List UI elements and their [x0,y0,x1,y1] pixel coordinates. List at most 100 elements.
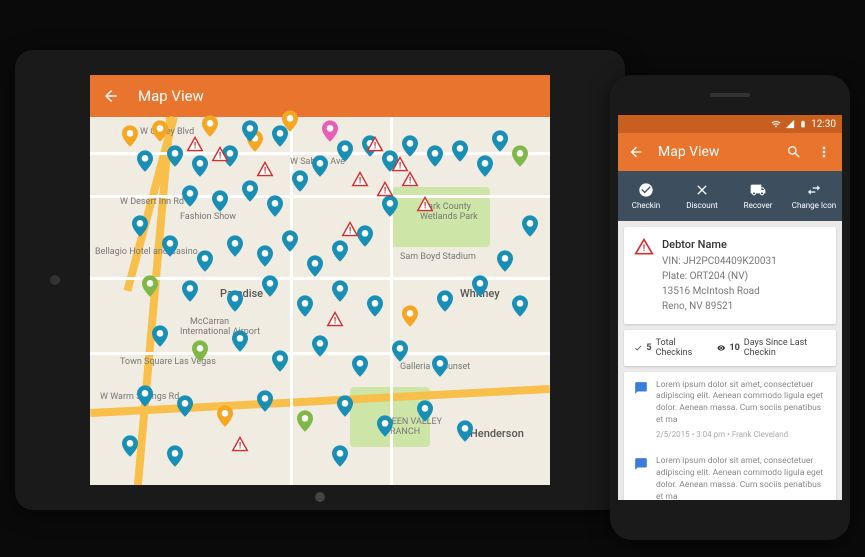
phone-title: Map View [658,144,772,160]
map-pin[interactable] [297,295,313,317]
checkin-button[interactable]: Checkin [618,171,674,221]
map-pin[interactable] [282,230,298,252]
map-canvas[interactable]: W Oakey BlvdW Sahara AveW Desert Inn RdF… [90,117,550,485]
map-pin[interactable] [152,325,168,347]
more-vert-icon[interactable] [816,144,832,160]
note-item[interactable]: Lorem ipsum dolor sit amet, consectetuer… [624,448,836,500]
tablet-home-button[interactable] [315,492,325,502]
map-pin[interactable] [427,145,443,167]
map-alert-pin[interactable]: ! [186,136,204,152]
map-alert-pin[interactable]: ! [376,181,394,197]
note-item[interactable]: Lorem ipsum dolor sit amet, consectetuer… [624,372,836,449]
map-alert-pin[interactable]: ! [211,146,229,162]
tablet-camera [50,275,60,285]
back-arrow-icon[interactable] [628,144,644,160]
map-pin[interactable] [352,355,368,377]
map-pin[interactable] [162,235,178,257]
discount-button[interactable]: Discount [674,171,730,221]
map-pin[interactable] [262,275,278,297]
map-pin[interactable] [312,155,328,177]
map-pin[interactable] [122,435,138,457]
map-pin[interactable] [182,185,198,207]
map-pin[interactable] [272,350,288,372]
map-pin[interactable] [402,135,418,157]
map-pin[interactable] [152,120,168,142]
map-pin[interactable] [167,145,183,167]
map-alert-pin[interactable]: ! [231,436,249,452]
map-pin[interactable] [257,245,273,267]
map-pin[interactable] [122,125,138,147]
map-pin[interactable] [332,445,348,467]
map-pin[interactable] [512,145,528,167]
map-pin[interactable] [297,410,313,432]
map-pin[interactable] [197,250,213,272]
map-pin[interactable] [402,305,418,327]
map-pin[interactable] [522,215,538,237]
map-pin[interactable] [457,420,473,442]
map-pin[interactable] [432,355,448,377]
map-alert-pin[interactable]: ! [341,221,359,237]
map-pin[interactable] [472,275,488,297]
map-pin[interactable] [257,390,273,412]
phone-speaker [710,93,750,97]
map-pin[interactable] [242,120,258,142]
map-pin[interactable] [492,130,508,152]
map-pin[interactable] [392,340,408,362]
map-alert-pin[interactable]: ! [391,156,409,172]
map-pin[interactable] [512,295,528,317]
map-pin[interactable] [497,250,513,272]
map-pin[interactable] [337,395,353,417]
map-pin[interactable] [382,195,398,217]
map-pin[interactable] [177,395,193,417]
map-pin[interactable] [137,385,153,407]
map-pin[interactable] [377,415,393,437]
map-pin[interactable] [437,290,453,312]
map-pin[interactable] [267,195,283,217]
map-pin[interactable] [367,295,383,317]
map-pin[interactable] [417,400,433,422]
map-pin[interactable] [307,255,323,277]
map-pin[interactable] [242,180,258,202]
map-pin[interactable] [337,140,353,162]
recover-button[interactable]: Recover [730,171,786,221]
svg-text:!: ! [334,316,336,326]
map-pin[interactable] [232,330,248,352]
search-icon[interactable] [786,144,802,160]
map-pin[interactable] [332,240,348,262]
alert-triangle-icon: ! [634,237,654,314]
map-pin[interactable] [212,190,228,212]
map-pin[interactable] [452,140,468,162]
map-pin[interactable] [332,280,348,302]
svg-text:!: ! [359,176,361,186]
map-pin[interactable] [202,115,218,137]
map-pin[interactable] [292,170,308,192]
map-pin[interactable] [312,335,328,357]
action-label: Change Icon [792,201,836,210]
map-pin[interactable] [227,290,243,312]
map-pin[interactable] [357,225,373,247]
map-pin[interactable] [137,150,153,172]
map-pin[interactable] [477,155,493,177]
map-pin[interactable] [192,340,208,362]
map-pin[interactable] [217,405,233,427]
map-alert-pin[interactable]: ! [351,171,369,187]
map-pin[interactable] [322,120,338,142]
total-checkins-stat: 5 Total Checkins [634,338,705,358]
map-pin[interactable] [167,445,183,467]
map-alert-pin[interactable]: ! [366,136,384,152]
map-pin[interactable] [192,155,208,177]
map-alert-pin[interactable]: ! [256,161,274,177]
map-alert-pin[interactable]: ! [401,171,419,187]
map-pin[interactable] [142,275,158,297]
status-bar: 12:30 [618,115,842,133]
change-icon-button[interactable]: Change Icon [786,171,842,221]
map-pin[interactable] [132,215,148,237]
back-arrow-icon[interactable] [102,87,120,105]
phone-content[interactable]: ! Debtor Name VIN: JH2PC04409K20031 Plat… [618,221,842,500]
map-alert-pin[interactable]: ! [416,196,434,212]
svg-text:!: ! [239,441,241,451]
map-pin[interactable] [182,280,198,302]
map-alert-pin[interactable]: ! [326,311,344,327]
map-pin[interactable] [227,235,243,257]
map-pin[interactable] [282,110,298,132]
